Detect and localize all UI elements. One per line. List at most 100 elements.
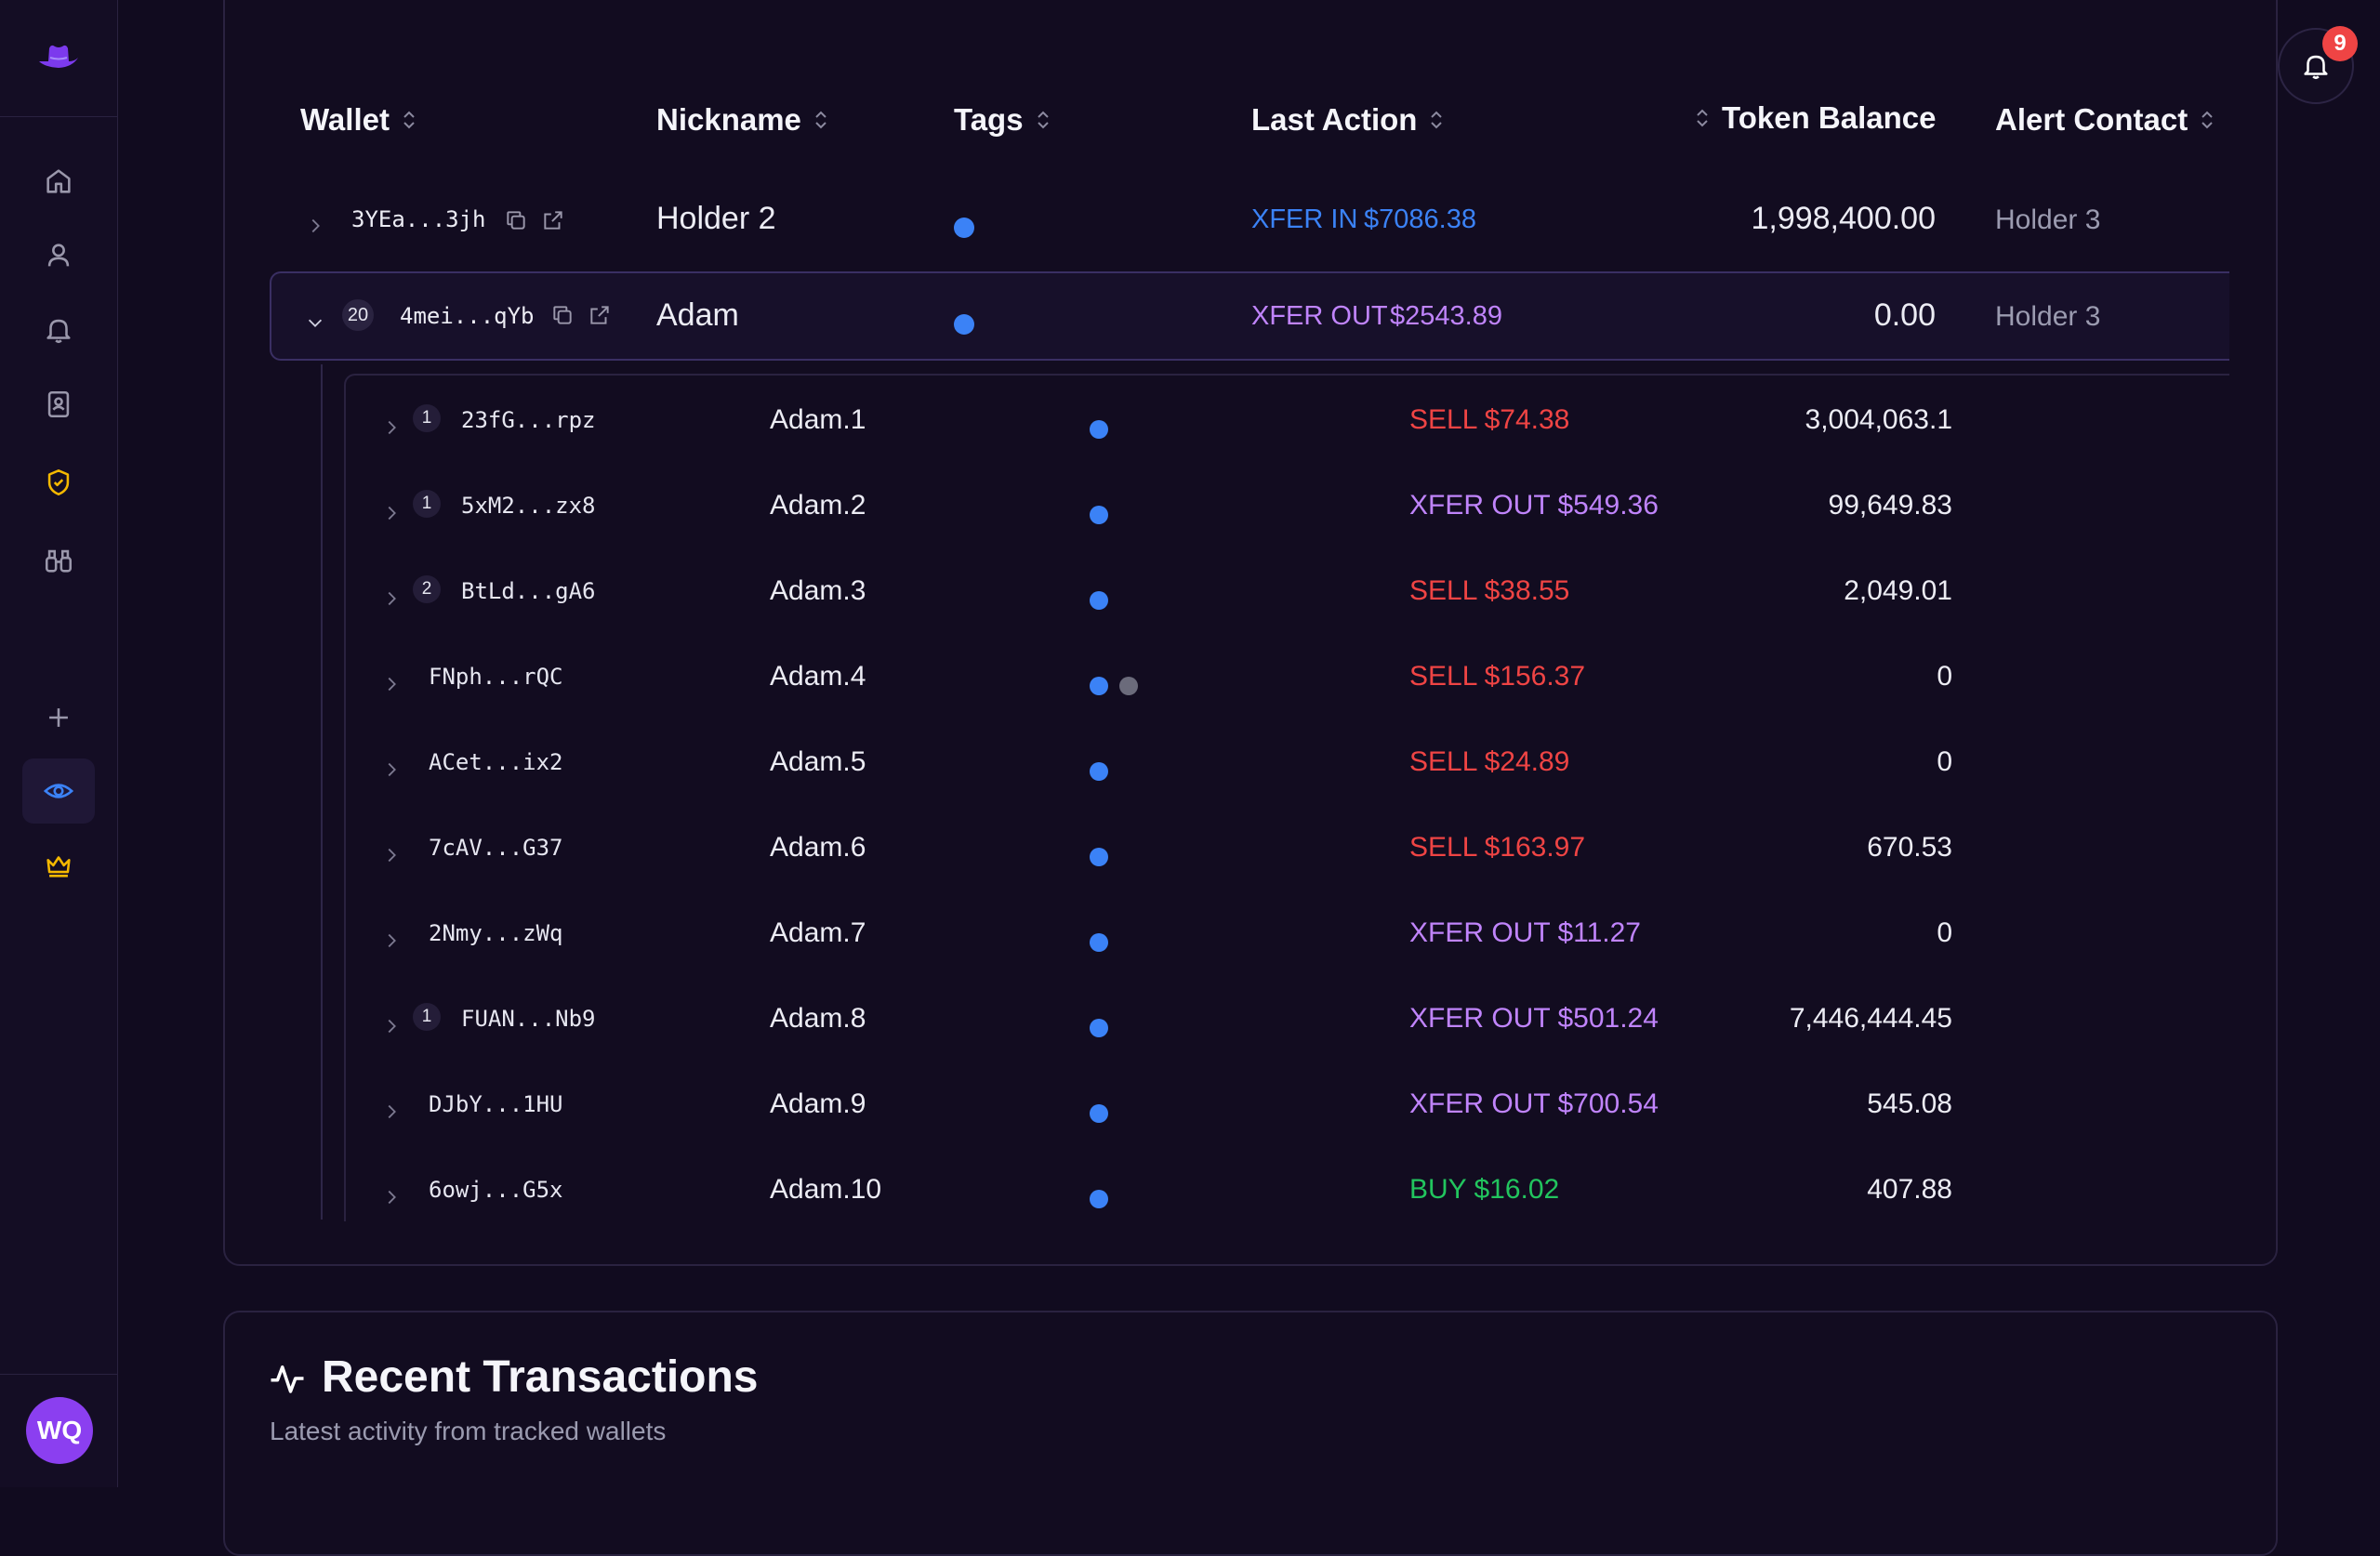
crown-icon xyxy=(46,856,71,877)
expand-chevron-icon[interactable] xyxy=(381,837,402,874)
copy-icon[interactable] xyxy=(550,303,575,327)
expand-chevron-icon[interactable] xyxy=(305,208,325,244)
last-action: SELL $24.89 xyxy=(1409,746,1570,777)
header-nickname-label: Nickname xyxy=(656,102,801,137)
tag-dot xyxy=(954,210,974,246)
user-icon xyxy=(47,244,70,267)
last-action: SELL $156.37 xyxy=(1409,661,1586,692)
external-link-icon[interactable] xyxy=(588,303,612,327)
header-tags[interactable]: Tags xyxy=(954,102,1051,138)
last-action: BUY $16.02 xyxy=(1409,1174,1560,1205)
nickname: Adam.1 xyxy=(770,404,866,435)
wallet-address: 3YEa...3jh xyxy=(351,206,486,232)
header-alert-contact[interactable]: Alert Contact xyxy=(1995,102,2215,138)
notifications-count-badge: 9 xyxy=(2322,26,2358,61)
nav-contacts[interactable] xyxy=(22,372,95,437)
wallet-address: 4mei...qYb xyxy=(400,303,535,329)
expand-chevron-icon[interactable] xyxy=(381,923,402,959)
collapse-chevron-icon[interactable] xyxy=(305,305,325,341)
nickname: Adam.2 xyxy=(770,490,866,521)
tag-dot xyxy=(1090,1095,1108,1131)
sort-icon xyxy=(1037,111,1049,129)
sort-icon xyxy=(1431,111,1443,129)
header-wallet[interactable]: Wallet xyxy=(300,102,417,138)
last-action: XFER OUT $11.27 xyxy=(1409,917,1641,948)
wallet-address: 23fG...rpz xyxy=(461,407,596,433)
tag-dot xyxy=(1090,924,1108,960)
tag-dot xyxy=(1090,1009,1108,1046)
last-action-amount: $7086.38 xyxy=(1364,204,1476,234)
tag-dot xyxy=(1090,838,1108,875)
token-balance: 99,649.83 xyxy=(1828,490,1952,521)
tag-dot xyxy=(1090,582,1108,618)
copy-icon[interactable] xyxy=(504,208,528,232)
wallet-address: FUAN...Nb9 xyxy=(461,1006,596,1032)
last-action-type: XFER IN xyxy=(1251,204,1358,234)
nickname: Adam.4 xyxy=(770,661,866,692)
nav-premium[interactable] xyxy=(22,833,95,898)
token-balance: 545.08 xyxy=(1867,1088,1952,1119)
token-balance: 3,004,063.1 xyxy=(1805,404,1952,435)
tag-dot xyxy=(1090,496,1108,533)
nav-watch[interactable] xyxy=(22,528,95,593)
sub-wallet-count-badge: 2 xyxy=(413,575,441,603)
nickname: Adam xyxy=(656,297,739,333)
expand-chevron-icon[interactable] xyxy=(381,495,402,532)
recent-transactions-title: Recent Transactions xyxy=(322,1352,759,1402)
tag-dot-secondary xyxy=(1119,667,1138,704)
header-token-balance-label: Token Balance xyxy=(1722,100,1937,135)
expand-chevron-icon[interactable] xyxy=(381,1180,402,1216)
contact-book-icon xyxy=(47,390,70,418)
wallet-address: DJbY...1HU xyxy=(429,1091,563,1117)
header-alert-contact-label: Alert Contact xyxy=(1995,102,2188,137)
wallet-address: FNph...rQC xyxy=(429,664,563,690)
token-balance: 0.00 xyxy=(1873,297,1936,333)
header-token-balance[interactable]: Token Balance xyxy=(1694,100,1936,136)
last-action: SELL $38.55 xyxy=(1409,575,1570,606)
expand-chevron-icon[interactable] xyxy=(381,752,402,788)
last-action: XFER OUT $700.54 xyxy=(1409,1088,1659,1119)
sub-wallet-count-badge: 1 xyxy=(413,404,441,432)
expand-chevron-icon[interactable] xyxy=(381,1009,402,1045)
plus-icon xyxy=(49,708,68,727)
wallet-address: 5xM2...zx8 xyxy=(461,493,596,519)
token-balance: 670.53 xyxy=(1867,832,1952,863)
header-last-action[interactable]: Last Action xyxy=(1251,102,1445,138)
nav-alerts[interactable] xyxy=(22,297,95,363)
nav-home[interactable] xyxy=(22,149,95,214)
nickname: Holder 2 xyxy=(656,201,776,236)
nav-watchlist[interactable] xyxy=(22,758,95,824)
external-link-icon[interactable] xyxy=(541,208,565,232)
expand-chevron-icon[interactable] xyxy=(381,666,402,703)
tag-dot xyxy=(954,307,974,343)
wallet-address: BtLd...gA6 xyxy=(461,578,596,604)
last-action: XFER OUT $501.24 xyxy=(1409,1003,1659,1034)
nav-profile[interactable] xyxy=(22,223,95,288)
tree-connector-line xyxy=(321,364,323,1220)
expand-chevron-icon[interactable] xyxy=(381,410,402,446)
user-avatar[interactable]: WQ xyxy=(26,1397,93,1464)
header-nickname[interactable]: Nickname xyxy=(656,102,829,138)
cowboy-hat-logo-icon[interactable] xyxy=(35,39,82,76)
token-balance: 0 xyxy=(1937,917,1952,948)
expand-chevron-icon[interactable] xyxy=(381,581,402,617)
token-balance: 7,446,444.45 xyxy=(1789,1003,1952,1034)
nav-add[interactable] xyxy=(22,685,95,750)
nav-security[interactable] xyxy=(22,450,95,515)
home-icon xyxy=(46,169,71,193)
sort-icon xyxy=(403,111,415,129)
token-balance: 407.88 xyxy=(1867,1174,1952,1205)
expand-chevron-icon[interactable] xyxy=(381,1094,402,1130)
token-balance: 0 xyxy=(1937,661,1952,692)
tag-dot xyxy=(1090,667,1108,704)
nickname: Adam.7 xyxy=(770,917,866,948)
bell-icon xyxy=(46,319,71,344)
wallet-address: 6owj...G5x xyxy=(429,1177,563,1203)
header-tags-label: Tags xyxy=(954,102,1024,137)
nickname: Adam.10 xyxy=(770,1174,882,1205)
notifications-button[interactable]: 9 xyxy=(2278,26,2358,104)
sort-icon xyxy=(1697,109,1708,127)
wallet-address: ACet...ix2 xyxy=(429,749,563,775)
token-balance: 2,049.01 xyxy=(1844,575,1952,606)
nickname: Adam.5 xyxy=(770,746,866,777)
